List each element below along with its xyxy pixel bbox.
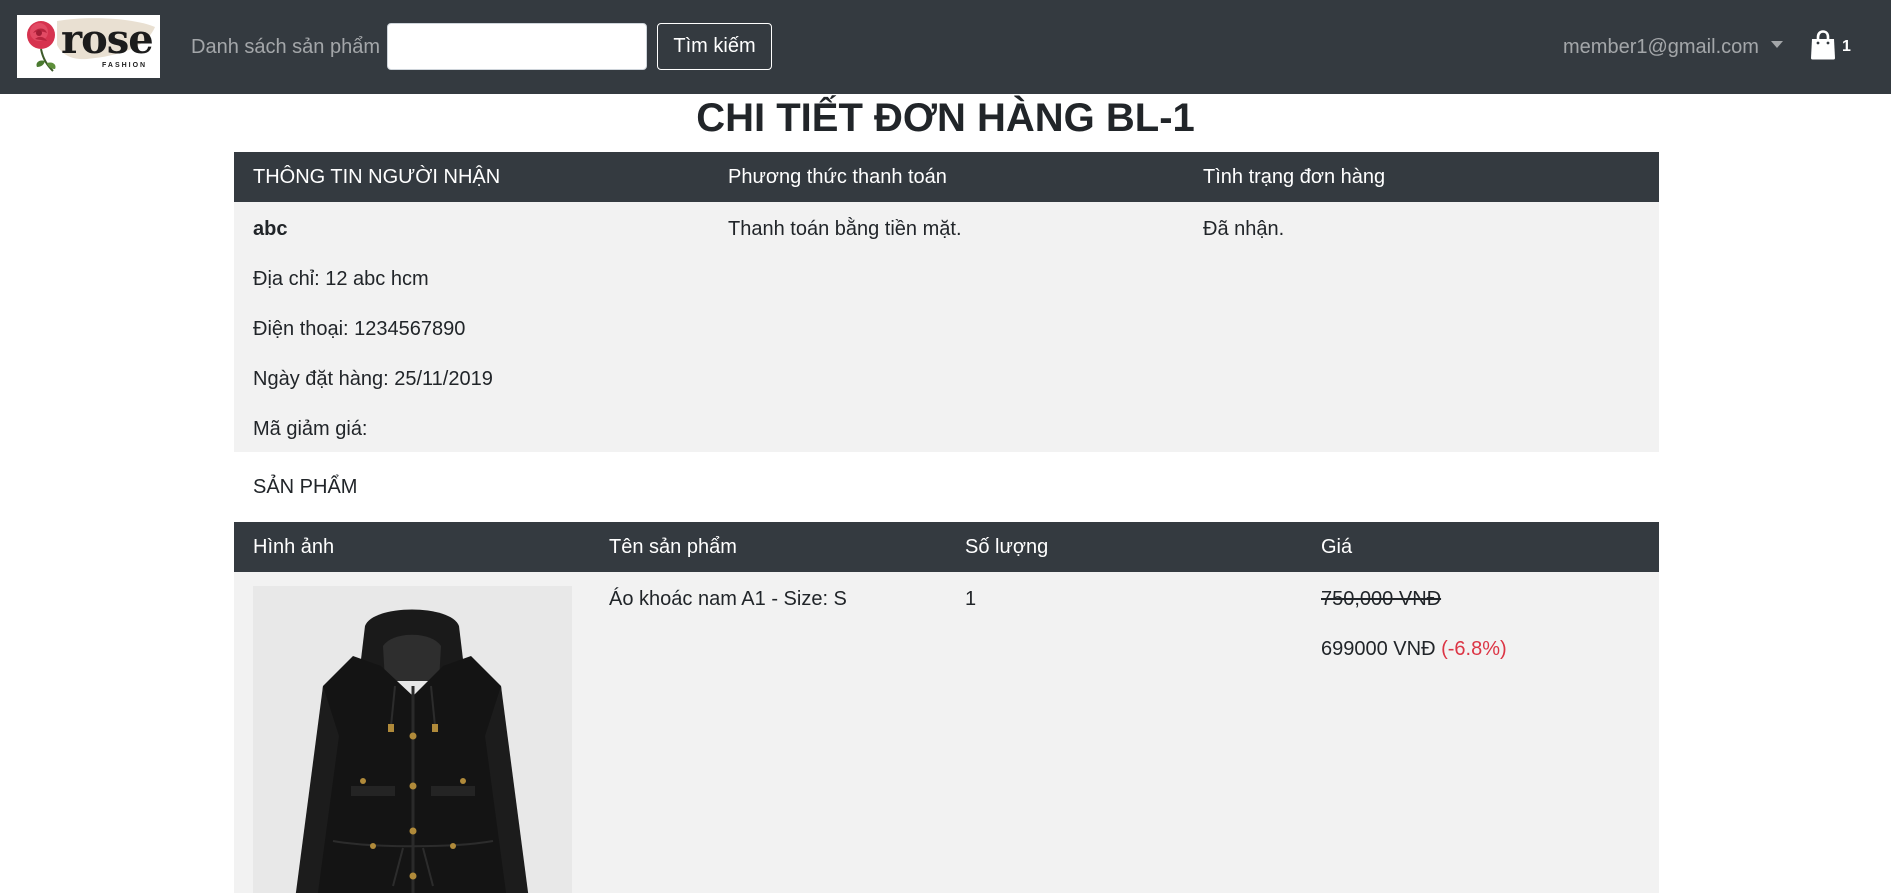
recipient-phone: Điện thoại: 1234567890 xyxy=(253,318,466,340)
logo-subtext: FASHION xyxy=(102,62,148,69)
jacket-image xyxy=(253,586,572,893)
products-header: Hình ảnh Tên sản phẩm Số lượng Giá xyxy=(234,522,1659,572)
user-dropdown[interactable]: member1@gmail.com xyxy=(1563,34,1783,60)
header-payment-method: Phương thức thanh toán xyxy=(728,166,947,188)
caret-down-icon xyxy=(1770,41,1783,49)
header-product-name: Tên sản phẩm xyxy=(609,536,737,558)
recipient-address: Địa chỉ: 12 abc hcm xyxy=(253,268,429,290)
order-info-table: THÔNG TIN NGƯỜI NHẬN Phương thức thanh t… xyxy=(234,152,1659,452)
header-recipient-info: THÔNG TIN NGƯỜI NHẬN xyxy=(253,166,501,188)
sale-price: 699000 VNĐ xyxy=(1321,638,1436,660)
search-input[interactable] xyxy=(387,23,647,70)
payment-method-value: Thanh toán bằng tiền mặt. xyxy=(728,218,962,240)
product-quantity: 1 xyxy=(965,588,977,610)
product-name[interactable]: Áo khoác nam A1 - Size: S xyxy=(609,587,847,611)
brand-logo[interactable]: rose FASHION xyxy=(17,15,160,78)
products-section-label: SẢN PHẨM xyxy=(253,476,358,498)
discount-percent: (-6.8%) xyxy=(1441,638,1507,660)
original-price: 750,000 VNĐ xyxy=(1321,588,1442,610)
search-button[interactable]: Tìm kiếm xyxy=(657,23,772,70)
header-price: Giá xyxy=(1321,536,1353,558)
recipient-name: abc xyxy=(253,218,288,240)
product-image[interactable] xyxy=(253,586,572,893)
order-info-body: abc Địa chỉ: 12 abc hcm Điện thoại: 1234… xyxy=(234,202,1659,452)
table-row: Áo khoác nam A1 - Size: S 1 750,000 VNĐ … xyxy=(234,572,1659,893)
page-title: CHI TIẾT ĐƠN HÀNG BL-1 xyxy=(696,96,1195,140)
nav-link-product-list[interactable]: Danh sách sản phẩm xyxy=(191,34,380,60)
order-date: Ngày đặt hàng: 25/11/2019 xyxy=(253,368,493,390)
order-info-header: THÔNG TIN NGƯỜI NHẬN Phương thức thanh t… xyxy=(234,152,1659,202)
header-quantity: Số lượng xyxy=(965,536,1049,558)
header-order-status: Tình trạng đơn hàng xyxy=(1203,166,1386,188)
sale-price-line: 699000 VNĐ (-6.8%) xyxy=(1321,637,1507,661)
cart-count-badge: 1 xyxy=(1842,38,1851,55)
shopping-bag-icon xyxy=(1811,30,1835,60)
navbar: rose FASHION Danh sách sản phẩm Tìm kiếm… xyxy=(0,0,1891,94)
products-table: Hình ảnh Tên sản phẩm Số lượng Giá Áo kh… xyxy=(234,522,1659,893)
user-email: member1@gmail.com xyxy=(1563,36,1759,58)
order-status-value: Đã nhận. xyxy=(1203,218,1285,240)
header-image: Hình ảnh xyxy=(253,536,335,558)
coupon-code: Mã giảm giá: xyxy=(253,418,368,440)
logo-text: rose xyxy=(61,16,154,63)
